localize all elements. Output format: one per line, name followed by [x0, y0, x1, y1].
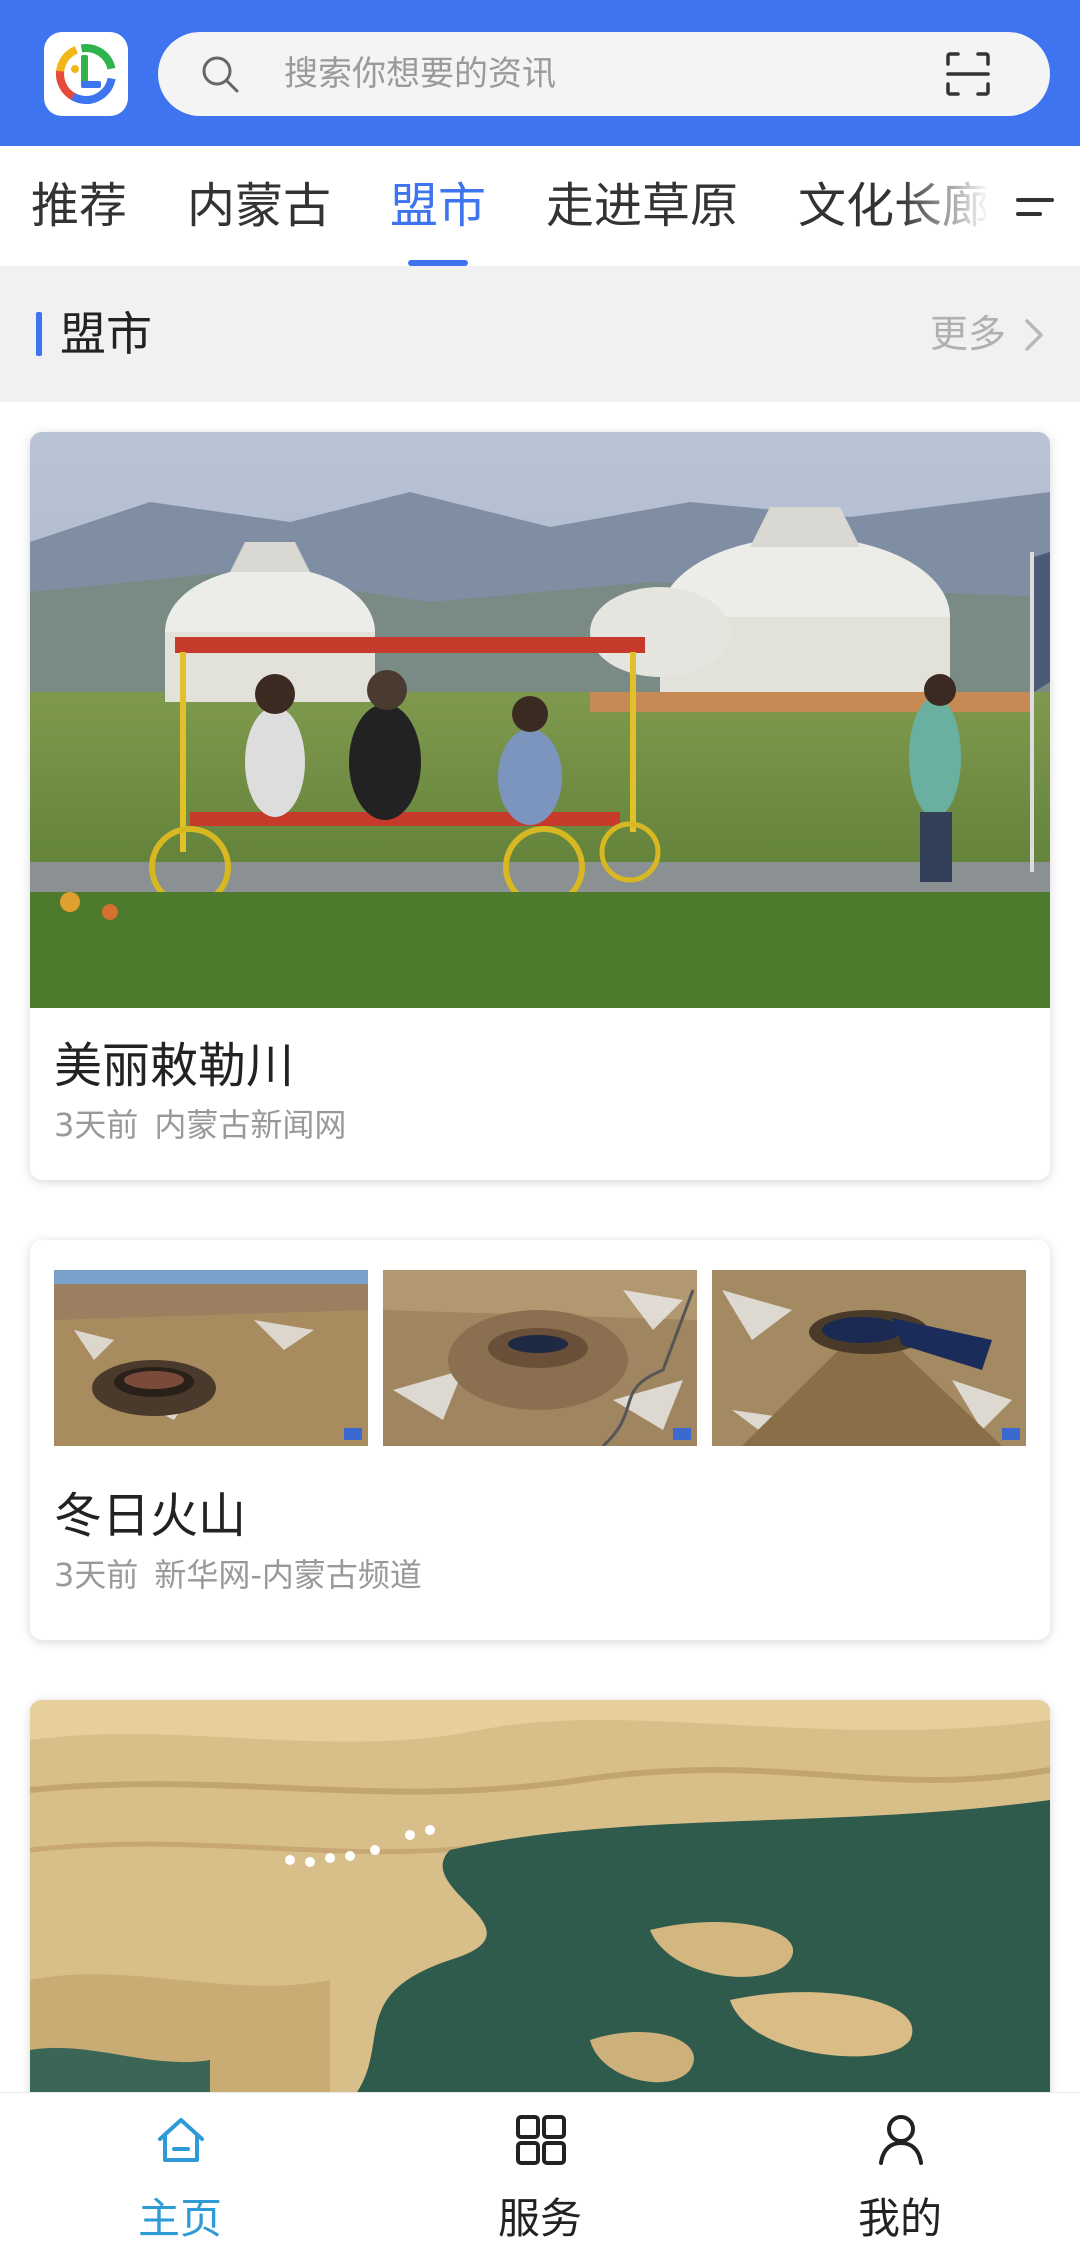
bottom-navigation: 主页 服务 我的 — [0, 2092, 1080, 2247]
search-bar[interactable]: 搜索你想要的资讯 — [158, 32, 1050, 116]
grid-icon — [516, 2115, 566, 2165]
scan-icon[interactable] — [944, 50, 992, 98]
article-card[interactable] — [30, 1700, 1050, 2092]
article-card[interactable]: 美丽敕勒川 3天前 内蒙古新闻网 — [30, 432, 1050, 1180]
tab-menu-icon[interactable] — [990, 146, 1080, 266]
tab-fade — [900, 146, 990, 266]
search-input[interactable]: 搜索你想要的资讯 — [284, 32, 556, 116]
nav-home-label: 主页 — [137, 2194, 222, 2243]
article-card[interactable]: 冬日火山 3天前 新华网-内蒙古频道 — [30, 1240, 1050, 1640]
search-icon — [202, 56, 239, 93]
app-logo[interactable] — [44, 32, 128, 116]
nav-services[interactable]: 服务 — [360, 2093, 720, 2247]
article-thumbnail[interactable] — [383, 1270, 697, 1446]
nav-profile-label: 我的 — [857, 2194, 942, 2243]
article-time: 3天前 — [54, 1106, 139, 1144]
tab-league-city[interactable]: 盟市 — [390, 146, 486, 266]
nav-profile[interactable]: 我的 — [720, 2093, 1080, 2247]
section-header: 盟市 更多 — [0, 266, 1080, 402]
more-link[interactable]: 更多 — [930, 266, 1006, 402]
article-title[interactable]: 冬日火山 — [54, 1476, 246, 1546]
article-image[interactable] — [30, 432, 1050, 1008]
chevron-right-icon[interactable] — [1022, 316, 1046, 354]
tab-grassland[interactable]: 走进草原 — [546, 146, 738, 266]
nav-services-label: 服务 — [497, 2194, 582, 2243]
app-logo-icon — [56, 44, 116, 104]
article-thumbnail[interactable] — [54, 1270, 368, 1446]
tab-inner-mongolia[interactable]: 内蒙古 — [187, 146, 331, 266]
section-title: 盟市 — [60, 307, 152, 361]
article-title[interactable]: 美丽敕勒川 — [54, 1026, 294, 1096]
article-meta: 3天前 新华网-内蒙古频道 — [54, 1550, 422, 1596]
article-source: 新华网-内蒙古频道 — [154, 1556, 422, 1594]
article-image[interactable] — [30, 1700, 1050, 2092]
home-icon — [158, 2118, 204, 2162]
section-accent-bar — [36, 312, 42, 356]
article-thumbnail[interactable] — [712, 1270, 1026, 1446]
app-header: 搜索你想要的资讯 — [0, 0, 1080, 146]
nav-home[interactable]: 主页 — [0, 2093, 360, 2247]
article-feed: 美丽敕勒川 3天前 内蒙古新闻网 冬日火山 3天前 新华网-内蒙古频道 — [0, 402, 1080, 2092]
article-meta: 3天前 内蒙古新闻网 — [54, 1100, 346, 1146]
article-source: 内蒙古新闻网 — [154, 1106, 347, 1144]
article-time: 3天前 — [54, 1556, 139, 1594]
tab-recommend[interactable]: 推荐 — [31, 146, 127, 266]
user-icon — [879, 2115, 923, 2165]
category-tabs: 推荐 内蒙古 盟市 走进草原 文化长廊 — [0, 146, 1080, 266]
